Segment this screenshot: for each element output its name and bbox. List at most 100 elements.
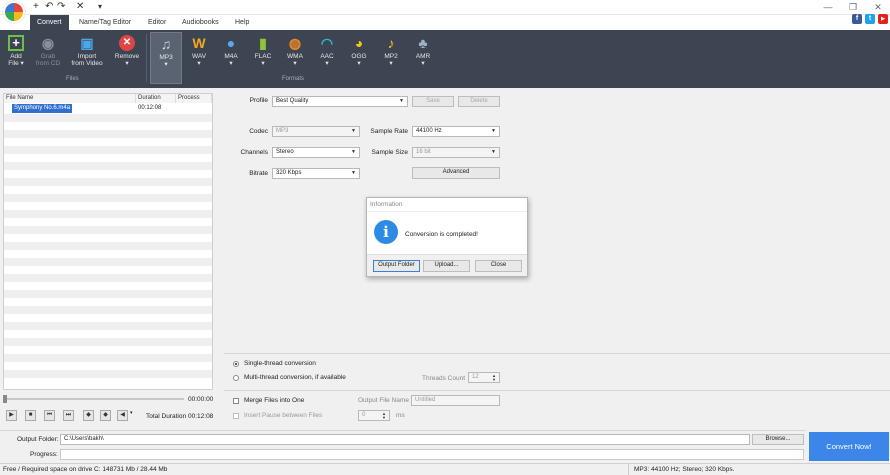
ribbon-separator xyxy=(146,34,147,82)
stop-button[interactable]: ■ xyxy=(25,410,36,421)
list-row-empty xyxy=(4,346,212,354)
status-divider xyxy=(628,464,629,475)
restore-button[interactable]: ❐ xyxy=(843,0,863,14)
insert-pause-label: Insert Pause between Files xyxy=(244,412,323,419)
dialog-message: Conversion is completed! xyxy=(405,231,478,238)
apple-icon: ● xyxy=(226,35,236,51)
format-mp2-button[interactable]: ♪ MP2 ▾ xyxy=(376,32,406,84)
cd-icon: ◉ xyxy=(41,35,55,51)
new-icon[interactable]: + xyxy=(33,1,39,13)
rewind-button[interactable]: ◆ xyxy=(83,410,94,421)
single-thread-radio[interactable] xyxy=(233,361,239,367)
multi-thread-radio[interactable] xyxy=(233,375,239,381)
browse-button[interactable]: Browse... xyxy=(752,434,804,445)
tab-editor[interactable]: Editor xyxy=(141,15,173,30)
app-logo-icon[interactable] xyxy=(3,1,25,23)
current-time: 00:00:00 xyxy=(188,396,214,403)
profile-select[interactable]: Best Quality ▼ xyxy=(272,96,408,107)
table-row[interactable]: Symphony No.6.m4a 00:12:08 xyxy=(4,104,212,113)
dialog-title: Information xyxy=(367,198,527,212)
delete-profile-button[interactable]: Delete xyxy=(458,96,500,107)
undo-icon[interactable]: ↶ xyxy=(45,1,53,13)
list-row-empty xyxy=(4,186,212,194)
remove-icon: ✕ xyxy=(119,35,135,51)
divider xyxy=(224,390,890,391)
column-header-process[interactable]: Process xyxy=(176,94,212,103)
list-row-empty xyxy=(4,330,212,338)
format-aac-button[interactable]: ◠ AAC ▾ xyxy=(312,32,342,84)
formats-group-label: Formats xyxy=(282,76,305,82)
close-file-icon[interactable]: ✕ xyxy=(76,1,84,13)
mp3-icon: ♫ xyxy=(160,36,172,52)
pause-stepper[interactable]: 0 ▲ ▼ xyxy=(358,410,390,421)
seek-bar[interactable] xyxy=(3,398,184,400)
pause-unit: ms xyxy=(396,412,405,419)
list-row-empty xyxy=(4,322,212,330)
previous-button[interactable]: ⏮ xyxy=(44,410,55,421)
customize-toolbar-icon[interactable]: ▾ xyxy=(98,1,102,13)
next-button[interactable]: ⏭ xyxy=(63,410,74,421)
advanced-button[interactable]: Advanced xyxy=(412,167,500,179)
list-row-empty xyxy=(4,338,212,346)
list-row-empty xyxy=(4,114,212,122)
format-mp3-button[interactable]: ♫ MP3 ▾ xyxy=(150,32,182,84)
import-video-icon: ▣ xyxy=(80,35,94,51)
merge-files-checkbox[interactable] xyxy=(233,398,239,404)
total-duration-label: Total Duration xyxy=(146,413,187,420)
upload-button[interactable]: Upload... xyxy=(423,260,470,272)
output-folder-label: Output Folder: xyxy=(17,436,59,443)
redo-icon[interactable]: ↷ xyxy=(57,1,65,13)
tab-audiobooks[interactable]: Audiobooks xyxy=(175,15,226,30)
save-profile-button[interactable]: Save xyxy=(412,96,454,107)
output-folder-button[interactable]: Output Folder xyxy=(373,260,420,272)
grab-from-cd-button[interactable]: ◉ Grab from CD xyxy=(32,32,64,84)
tab-help[interactable]: Help xyxy=(228,15,256,30)
output-folder-input[interactable]: C:\Users\bakh\ xyxy=(60,434,750,445)
format-amr-button[interactable]: ♣ AMR ▾ xyxy=(408,32,438,84)
forward-button[interactable]: ◆ xyxy=(100,410,111,421)
codec-select[interactable]: MP3 ▼ xyxy=(272,126,360,137)
format-m4a-button[interactable]: ● M4A ▾ xyxy=(216,32,246,84)
tab-name-tag-editor[interactable]: Name/Tag Editor xyxy=(72,15,138,30)
insert-pause-checkbox[interactable] xyxy=(233,413,239,419)
tab-convert[interactable]: Convert xyxy=(30,15,69,30)
list-row-empty xyxy=(4,130,212,138)
threads-count-stepper[interactable]: 12 ▲ ▼ xyxy=(468,372,500,383)
chevron-down-icon: ▼ xyxy=(491,128,496,134)
close-button[interactable]: ✕ xyxy=(868,0,888,14)
seek-handle[interactable] xyxy=(3,395,7,403)
column-header-file-name[interactable]: File Name xyxy=(4,94,136,103)
chevron-down-icon: ▼ xyxy=(351,149,356,155)
column-header-duration[interactable]: Duration xyxy=(136,94,176,103)
mp2-icon: ♪ xyxy=(387,35,395,51)
format-ogg-button[interactable]: ◕ OGG ▾ xyxy=(344,32,374,84)
list-row-empty xyxy=(4,202,212,210)
list-row-empty xyxy=(4,234,212,242)
sample-size-select[interactable]: 16 bit ▼ xyxy=(412,147,500,158)
list-row-empty xyxy=(4,362,212,370)
file-list[interactable]: File Name Duration Process Symphony No.6… xyxy=(3,93,213,390)
volume-icon[interactable]: ◀ xyxy=(117,410,128,421)
output-file-name-input[interactable]: Untitled xyxy=(411,395,500,406)
progress-bar xyxy=(60,449,804,460)
youtube-icon[interactable]: ▶ xyxy=(878,14,888,24)
add-file-button[interactable]: + Add File ▾ xyxy=(3,32,29,84)
list-row-empty xyxy=(4,154,212,162)
divider xyxy=(0,430,806,431)
facebook-icon[interactable]: f xyxy=(852,14,862,24)
volume-dropdown-icon[interactable]: ▾ xyxy=(130,410,133,416)
format-wav-button[interactable]: W WAV ▾ xyxy=(184,32,214,84)
bitrate-select[interactable]: 320 Kbps ▼ xyxy=(272,168,360,179)
twitter-icon[interactable]: t xyxy=(865,14,875,24)
remove-button[interactable]: ✕ Remove ▾ xyxy=(111,32,143,84)
bitrate-label: Bitrate xyxy=(249,170,268,177)
minimize-button[interactable]: — xyxy=(818,0,838,14)
play-button[interactable]: ▶ xyxy=(6,410,17,421)
channels-label: Channels xyxy=(240,149,268,156)
convert-now-button[interactable]: Convert Now! xyxy=(809,432,889,461)
sample-rate-select[interactable]: 44100 Hz ▼ xyxy=(412,126,500,137)
dialog-close-button[interactable]: Close xyxy=(475,260,522,272)
format-flac-button[interactable]: ▮ FLAC ▾ xyxy=(248,32,278,84)
codec-label: Codec xyxy=(249,128,268,135)
channels-select[interactable]: Stereo ▼ xyxy=(272,147,360,158)
